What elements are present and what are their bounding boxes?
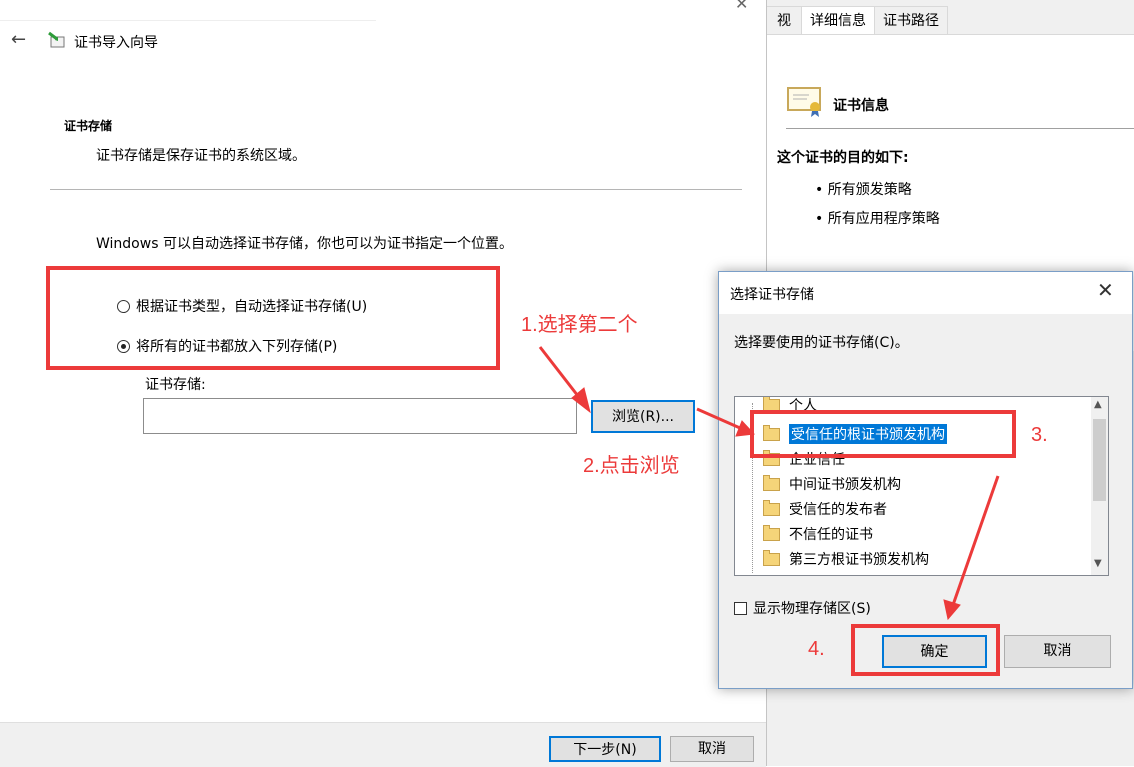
dialog-cancel-button[interactable]: 取消 [1004, 635, 1111, 668]
annotation-step3: 3. [1031, 424, 1048, 446]
scroll-down-icon[interactable]: ▼ [1094, 558, 1102, 569]
store-label: 证书存储: [145, 377, 206, 393]
annotation-step2: 2.点击浏览 [583, 455, 680, 477]
divider [50, 189, 742, 190]
annotation-box-ok [851, 624, 1000, 676]
show-physical-label: 显示物理存储区(S) [753, 601, 871, 617]
folder-icon [763, 524, 780, 541]
certificate-import-wizard: ✕ ← 证书导入向导 证书存储 证书存储是保存证书的系统区域。 Windows … [0, 0, 767, 767]
close-icon[interactable]: ✕ [1097, 278, 1114, 302]
tree-item-trusted-publishers[interactable]: 受信任的发布者 [763, 499, 887, 519]
tree-item-label: 中间证书颁发机构 [789, 477, 901, 493]
folder-icon [763, 474, 780, 491]
annotation-step4: 4. [808, 638, 825, 660]
browse-button[interactable]: 浏览(R)... [591, 400, 695, 433]
tree-item-label: 不信任的证书 [789, 527, 873, 543]
cancel-button[interactable]: 取消 [670, 736, 754, 762]
tree-item-intermediate-ca[interactable]: 中间证书颁发机构 [763, 474, 901, 494]
store-selection-description: Windows 可以自动选择证书存储，你也可以为证书指定一个位置。 [96, 236, 513, 252]
folder-icon [763, 499, 780, 516]
annotation-box-radio [46, 266, 500, 370]
store-input[interactable] [143, 398, 577, 434]
section-description: 证书存储是保存证书的系统区域。 [96, 148, 306, 164]
scroll-thumb[interactable] [1093, 419, 1106, 501]
tab-cert-path[interactable]: 证书路径 [874, 6, 948, 35]
title-line [0, 20, 376, 21]
wizard-title: 证书导入向导 [74, 35, 158, 51]
cert-purpose-heading: 这个证书的目的如下: [777, 150, 909, 166]
scroll-up-icon[interactable]: ▲ [1094, 399, 1102, 410]
annotation-step1: 1.选择第二个 [521, 314, 638, 336]
cert-purpose-item: • 所有应用程序策略 [815, 211, 940, 227]
tree-item-label: 受信任的发布者 [789, 502, 887, 518]
divider [786, 128, 1134, 129]
show-physical-stores-checkbox[interactable]: 显示物理存储区(S) [734, 598, 871, 618]
folder-icon [763, 549, 780, 566]
tab-details[interactable]: 详细信息 [801, 6, 875, 35]
close-icon[interactable]: ✕ [735, 0, 748, 13]
cert-tabs: 视 详细信息 证书路径 [766, 6, 1134, 35]
cert-info-title: 证书信息 [833, 98, 889, 114]
certificate-icon [787, 87, 821, 117]
tree-scrollbar[interactable]: ▲ ▼ [1091, 397, 1108, 575]
back-arrow-icon[interactable]: ← [11, 29, 26, 50]
tab-general[interactable]: 视 [766, 6, 802, 35]
certificate-wizard-icon [48, 31, 65, 48]
section-title: 证书存储 [64, 119, 113, 133]
dialog-prompt: 选择要使用的证书存储(C)。 [734, 335, 909, 351]
dialog-title: 选择证书存储 [730, 287, 814, 303]
tree-item-third-party-root[interactable]: 第三方根证书颁发机构 [763, 549, 929, 569]
next-button[interactable]: 下一步(N) [549, 736, 661, 762]
annotation-box-tree-item [750, 410, 1016, 458]
tree-item-label: 第三方根证书颁发机构 [789, 552, 929, 568]
tree-item-untrusted[interactable]: 不信任的证书 [763, 524, 873, 544]
cert-purpose-item: • 所有颁发策略 [815, 182, 912, 198]
checkbox[interactable] [734, 601, 747, 615]
